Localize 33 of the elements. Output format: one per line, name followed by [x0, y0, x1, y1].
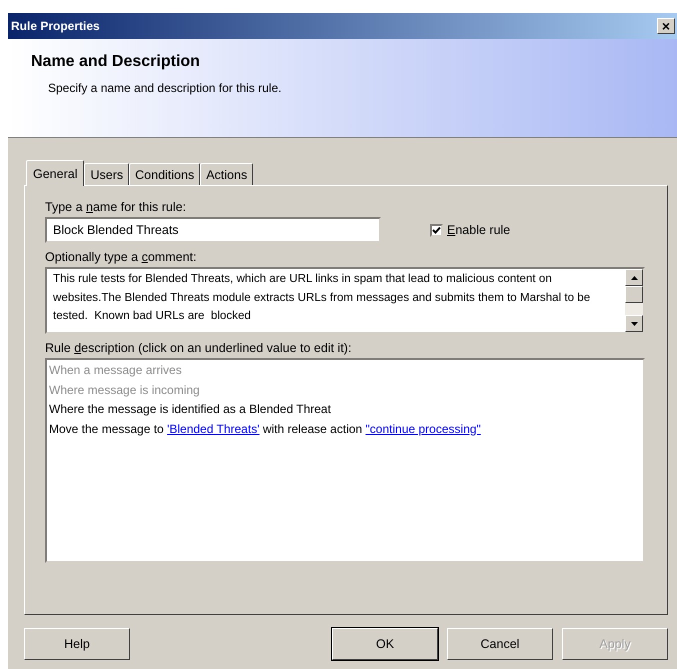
checkbox-label: Enable rule: [447, 223, 510, 237]
tab[interactable]: General: [26, 160, 84, 186]
name-label: Type a name for this rule:: [45, 200, 188, 214]
up-arrow-icon: [630, 276, 638, 280]
close-button[interactable]: ×: [657, 18, 675, 34]
scroll-down-button[interactable]: [625, 315, 643, 332]
scroll-up-button[interactable]: [625, 269, 643, 286]
description-label: Rule description (click on an underlined value to edit it):: [45, 341, 352, 355]
tab[interactable]: Actions: [200, 163, 254, 185]
scrollbar[interactable]: [625, 269, 643, 332]
checkbox[interactable]: [430, 224, 443, 236]
enable-checkbox[interactable]: Enable rule: [430, 223, 510, 237]
down-arrow-icon: [630, 322, 638, 326]
description-text: Where message is incoming: [49, 382, 200, 396]
description-text: with release action: [262, 422, 364, 436]
dialog-button[interactable]: OK: [332, 628, 438, 660]
description-text: Where the message is identified as a Blended Threat: [49, 402, 331, 416]
window-title: Rule Properties: [11, 19, 100, 33]
check-icon: [432, 226, 441, 234]
tab[interactable]: Conditions: [129, 163, 200, 185]
description-link[interactable]: 'Blended Threats': [167, 422, 260, 436]
dialog-button[interactable]: Help: [24, 628, 130, 660]
description-text: When a message arrives: [49, 363, 182, 377]
description-link[interactable]: "continue processing": [366, 422, 481, 436]
page-title: Name and Description: [31, 53, 201, 71]
dialog-button[interactable]: Cancel: [447, 628, 553, 660]
tab[interactable]: Users: [84, 163, 130, 185]
name-field[interactable]: Block Blended Threats: [45, 217, 381, 243]
comment-field[interactable]: This rule tests for Blended Threats, which are URL links in spam that lead to malicious content on websites.The Blended Threats module extracts URLs from messages and submits them to Marshal to be tested. Known bad URLs are blocked: [45, 267, 645, 334]
scroll-thumb[interactable]: [625, 286, 643, 303]
comment-label: Optionally type a comment:: [45, 250, 198, 264]
description-text: Move the message to: [49, 422, 165, 436]
page-subtitle: Specify a name and description for this rule.: [47, 81, 282, 95]
